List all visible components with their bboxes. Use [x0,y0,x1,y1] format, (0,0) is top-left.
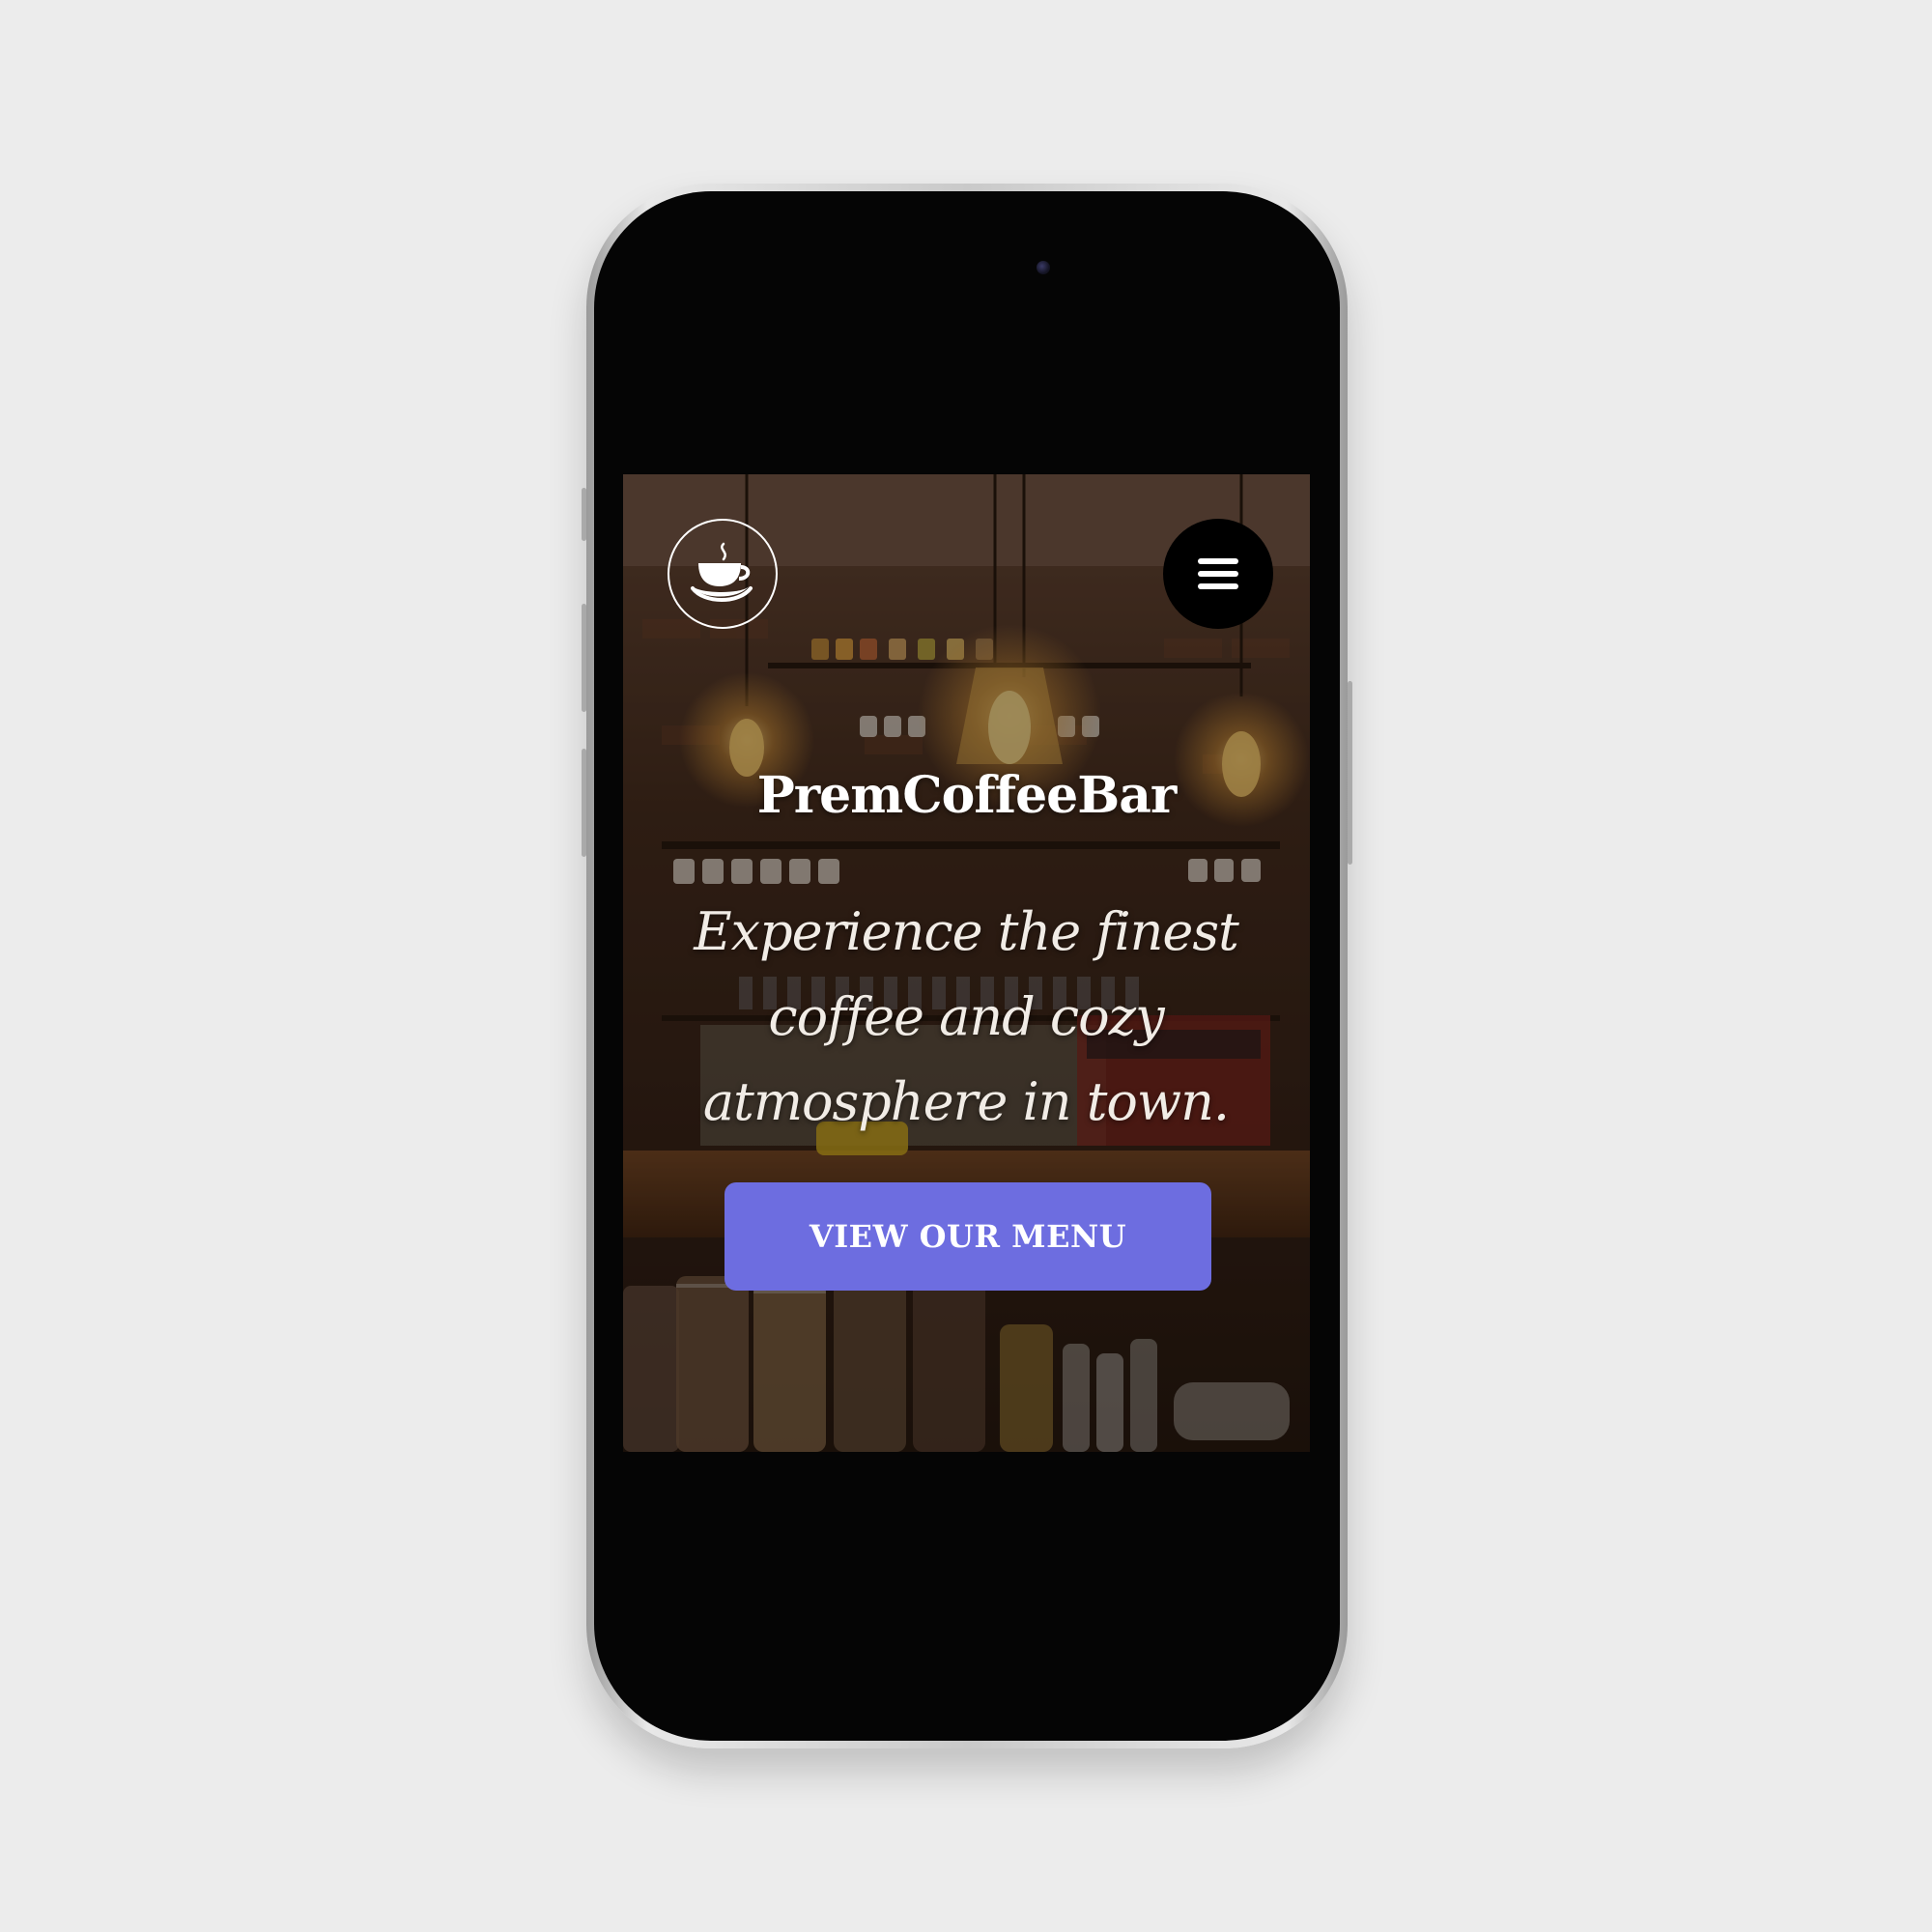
coffee-cup-icon [691,542,753,602]
site-logo[interactable] [668,519,778,629]
brand-title: PremCoffeeBar [756,766,1178,825]
mockup-stage: PremCoffeeBar Experience the finest coff… [0,0,1932,1932]
view-menu-button[interactable]: VIEW OUR MENU [724,1182,1211,1291]
phone-power-button [1348,681,1352,865]
hero-section: PremCoffeeBar Experience the finest coff… [623,474,1310,1452]
hamburger-menu-icon [1198,558,1238,589]
hero-tagline: Experience the finest coffee and cozy at… [694,901,1239,1132]
front-camera [1037,261,1050,274]
hamburger-menu-button[interactable] [1163,519,1273,629]
